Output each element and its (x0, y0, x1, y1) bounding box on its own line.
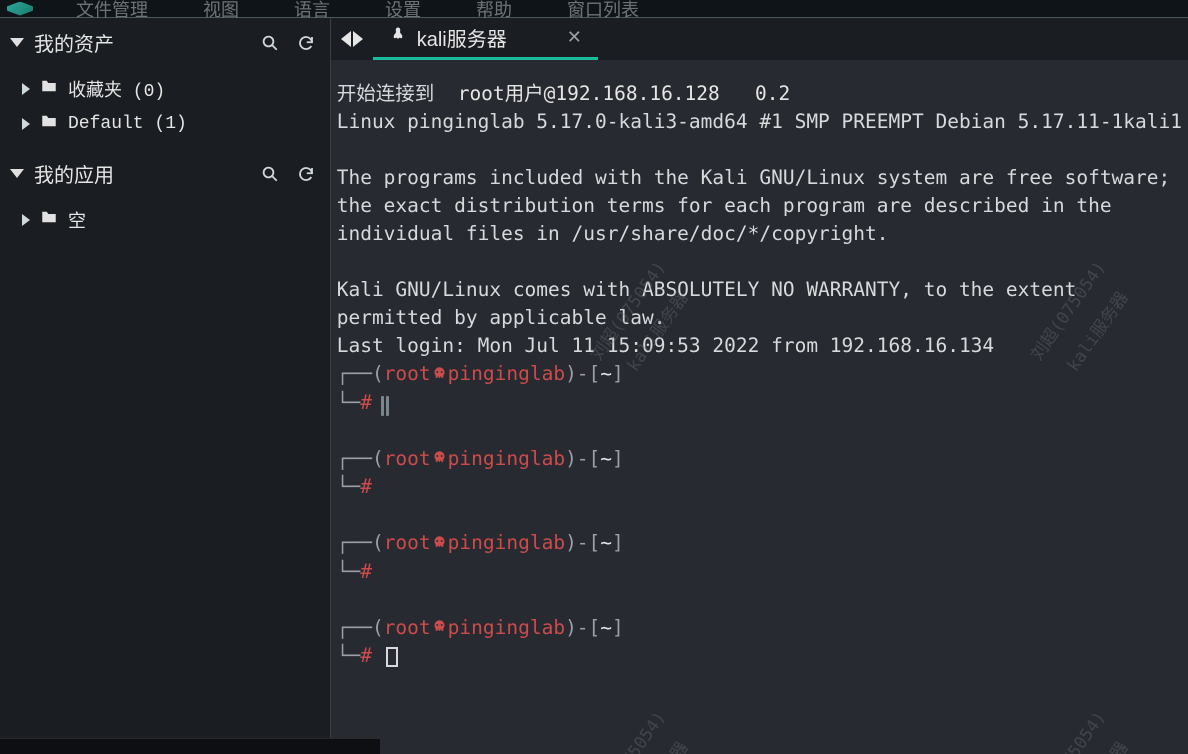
search-icon[interactable] (260, 33, 280, 53)
tux-icon (389, 25, 407, 51)
app-logo (4, 1, 36, 17)
folder-icon (40, 112, 58, 136)
tree-item-default[interactable]: Default (1) (18, 107, 330, 141)
tab-kali[interactable]: kali服务器 ✕ (373, 18, 598, 60)
sidebar: 我的资产 收藏夹 (0) (0, 18, 330, 754)
section-title: 我的应用 (34, 159, 114, 188)
folder-icon (40, 208, 58, 232)
chevron-right-icon (22, 83, 30, 95)
tab-strip: kali服务器 ✕ (331, 18, 1188, 60)
tree-item-label: 收藏夹 (0) (68, 76, 165, 102)
tree-item-favorites[interactable]: 收藏夹 (0) (18, 71, 330, 107)
top-menu-bar: 文件管理 视图 语言 设置 帮助 窗口列表 (0, 0, 1188, 18)
menu-window-list[interactable]: 窗口列表 (567, 0, 639, 22)
watermark: kali服务器 (1063, 738, 1132, 754)
watermark: kali服务器 (1063, 288, 1132, 375)
watermark: 刘超(075054) (587, 258, 670, 364)
tab-nav-prev-icon[interactable] (341, 31, 351, 47)
sidebar-section-assets[interactable]: 我的资产 (0, 18, 330, 67)
pane-resize-handle[interactable] (380, 395, 390, 417)
content-pane: kali服务器 ✕ 开始连接到 root用户@192.168.16.128 0.… (330, 18, 1188, 754)
tree-item-label: Default (1) (68, 114, 187, 134)
refresh-icon[interactable] (296, 33, 316, 53)
caret-down-icon (10, 38, 24, 47)
watermark: 刘超(075054) (587, 708, 670, 754)
menu-file[interactable]: 文件管理 (76, 0, 148, 22)
watermark: kali服务器 (623, 738, 692, 754)
menu-lang[interactable]: 语言 (294, 0, 330, 22)
tree-item-label: 空 (68, 207, 86, 233)
terminal-cursor (386, 647, 398, 667)
folder-icon (40, 77, 58, 101)
caret-down-icon (10, 169, 24, 178)
tab-nav-next-icon[interactable] (353, 31, 363, 47)
close-icon[interactable]: ✕ (567, 27, 582, 48)
menu-help[interactable]: 帮助 (476, 0, 512, 22)
terminal[interactable]: 开始连接到 root用户@192.168.16.128 0.2 Linux pi… (331, 60, 1188, 754)
menu-settings[interactable]: 设置 (385, 0, 421, 22)
chevron-right-icon (22, 118, 30, 130)
section-title: 我的资产 (34, 28, 114, 57)
watermark: 刘超(075054) (1027, 258, 1110, 364)
sidebar-section-apps[interactable]: 我的应用 (0, 149, 330, 198)
menu-view[interactable]: 视图 (203, 0, 239, 22)
search-icon[interactable] (260, 164, 280, 184)
refresh-icon[interactable] (296, 164, 316, 184)
status-bar (0, 738, 380, 754)
chevron-right-icon (22, 214, 30, 226)
tree-item-empty[interactable]: 空 (18, 202, 330, 238)
watermark: kali服务器 (623, 288, 692, 375)
tab-title: kali服务器 (417, 23, 507, 52)
watermark: 刘超(075054) (1027, 708, 1110, 754)
